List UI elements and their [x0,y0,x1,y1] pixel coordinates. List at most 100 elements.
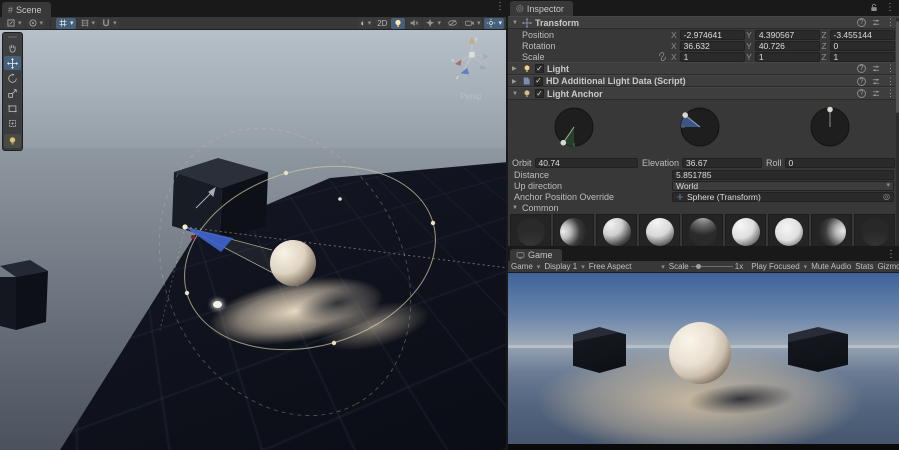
rotate-tool-button[interactable] [4,71,21,85]
orbit-dial[interactable] [552,105,596,149]
stats-button[interactable]: Stats [855,262,873,271]
component-menu-icon[interactable]: ⋮ [886,17,895,28]
scene-viewport[interactable]: y x z Persp [0,30,508,450]
foldout-open-icon[interactable]: ▼ [512,205,519,211]
foldout-open-icon[interactable]: ▼ [512,91,519,97]
light-preset-thumbnail[interactable] [510,214,551,248]
2d-toggle-button[interactable]: 2D [375,18,389,29]
foldout-open-icon[interactable]: ▼ [512,20,519,26]
anchor-override-object-field[interactable]: Sphere (Transform) ◎ [672,192,894,202]
tool-strip-handle[interactable] [8,36,17,38]
light-enabled-checkbox[interactable]: ✓ [535,64,544,73]
scale-z-field[interactable]: 1 [830,52,895,62]
scene-lighting-button[interactable] [391,18,405,29]
light-gizmo-billboard[interactable] [213,301,222,308]
light-preset-thumbnail[interactable] [682,214,723,248]
light-preset-thumbnail[interactable] [639,214,680,248]
object-picker-icon[interactable]: ◎ [883,193,890,201]
position-y-field[interactable]: 4.390567 [755,30,820,40]
sphere-object[interactable] [270,240,316,286]
scale-tool-button[interactable] [4,86,21,100]
light-preset-thumbnail[interactable] [596,214,637,248]
position-x-field[interactable]: -2.974641 [680,30,745,40]
rotation-x-field[interactable]: 36.632 [680,41,745,51]
hd-light-data-header[interactable]: ▶ ✓ HD Additional Light Data (Script) ? … [508,75,899,87]
tool-settings-button[interactable]: ▾ [4,18,24,29]
component-menu-icon[interactable]: ⋮ [886,88,895,99]
tab-game[interactable]: Game [510,249,562,261]
light-component-header[interactable]: ▶ ✓ Light ? ⋮ [508,62,899,75]
grid-visibility-button[interactable]: ▾ [78,18,98,29]
shading-mode-button[interactable]: ◐ ▾ [358,18,373,29]
tab-inspector[interactable]: ◎ Inspector [510,1,573,16]
aspect-dropdown[interactable]: Free Aspect ▾ [589,262,665,271]
component-menu-icon[interactable]: ⋮ [886,63,895,74]
play-mode-dropdown[interactable]: Play Focused ▾ [751,262,807,271]
help-icon[interactable]: ? [857,64,866,73]
light-preset-thumbnail[interactable] [854,214,895,248]
snap-increment-button[interactable]: ▾ [99,18,119,29]
projection-mode-label[interactable]: Persp [444,92,498,101]
light-preset-thumbnail[interactable] [725,214,766,248]
foldout-closed-icon[interactable]: ▶ [512,78,519,85]
scale-slider-knob[interactable] [696,264,701,269]
up-direction-dropdown[interactable]: World ▾ [672,181,894,191]
light-preset-thumbnail[interactable] [553,214,594,248]
orbit-field[interactable]: 40.74 [535,158,638,168]
scene-effects-button[interactable]: ▾ [423,18,443,29]
tab-scene[interactable]: # Scene [2,2,51,17]
scale-y-field[interactable]: 1 [755,52,820,62]
transform-tool-button[interactable] [4,116,21,130]
foldout-closed-icon[interactable]: ▶ [512,65,519,72]
lock-icon[interactable] [869,2,879,13]
game-panel-menu-icon[interactable]: ⋮ [886,250,896,260]
display-dropdown[interactable]: Display 1 ▾ [544,262,584,271]
rect-tool-button[interactable] [4,101,21,115]
scene-audio-button[interactable] [407,18,421,29]
position-z-field[interactable]: -3.455144 [830,30,895,40]
rotation-z-field[interactable]: 0 [830,41,895,51]
rotation-y-field[interactable]: 40.726 [755,41,820,51]
orientation-gizmo[interactable]: y x z [440,34,500,94]
light-anchor-header[interactable]: ▼ ✓ Light Anchor ? ⋮ [508,87,899,100]
presets-icon[interactable] [871,77,881,86]
light-preset-thumbnail[interactable] [768,214,809,248]
help-icon[interactable]: ? [857,18,866,27]
scale-label: Scale [669,262,689,271]
roll-field[interactable]: 0 [785,158,895,168]
scene-cube-left [0,260,48,330]
elevation-field[interactable]: 36.67 [682,158,762,168]
scene-camera-button[interactable]: ▾ [462,18,483,29]
light-preset-thumbnail[interactable] [811,214,852,248]
scene-visibility-button[interactable] [445,18,460,29]
distance-field[interactable]: 5.851785 [672,170,894,180]
scale-slider[interactable] [691,266,733,267]
hd-light-data-checkbox[interactable]: ✓ [534,77,543,86]
view-tool-button[interactable] [4,41,21,55]
light-anchor-checkbox[interactable]: ✓ [535,89,544,98]
toolbar-separator [50,19,51,28]
effects-icon [425,18,435,28]
help-icon[interactable]: ? [857,89,866,98]
elevation-dial[interactable] [678,105,722,149]
roll-dial[interactable] [808,105,852,149]
scene-gizmos-button[interactable]: ▾ [484,18,504,29]
move-tool-button[interactable] [4,56,21,70]
light-anchor-tool-button[interactable] [4,134,21,148]
presets-icon[interactable] [871,18,881,27]
scale-x-field[interactable]: 1 [680,52,745,62]
transform-component-header[interactable]: ▼ Transform ? ⋮ [508,16,899,29]
presets-icon[interactable] [871,89,881,98]
common-foldout-row[interactable]: ▼ Common [508,202,899,213]
rect-tool-icon [7,103,18,114]
overlay-menu-button[interactable]: ▾ [26,18,46,29]
presets-icon[interactable] [871,64,881,73]
game-target-dropdown[interactable]: Game ▾ [511,262,540,271]
help-icon[interactable]: ? [857,77,866,86]
scene-panel-menu-icon[interactable]: ⋮ [495,2,505,12]
grid-snapping-button[interactable]: ▾ [56,18,76,29]
component-menu-icon[interactable]: ⋮ [886,76,895,87]
gizmos-dropdown[interactable]: Gizmos ▾ [877,262,899,271]
inspector-menu-icon[interactable]: ⋮ [885,2,895,13]
mute-audio-button[interactable]: Mute Audio [811,262,851,271]
